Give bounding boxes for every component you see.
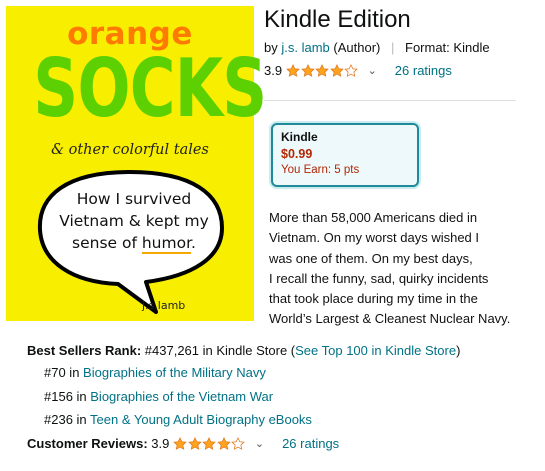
- byline-separator: |: [390, 40, 395, 55]
- product-title: Kindle Edition: [264, 6, 411, 33]
- category-rank: #70 in Biographies of the Military Navy: [44, 365, 266, 380]
- category-link[interactable]: Teen & Young Adult Biography eBooks: [90, 412, 312, 427]
- rating-value: 3.9: [264, 63, 283, 78]
- divider: [264, 100, 516, 101]
- description-line: that took place during my time in the: [269, 291, 478, 307]
- category-link[interactable]: Biographies of the Vietnam War: [90, 389, 273, 404]
- description-line: I recall the funny, sad, quirky incident…: [269, 270, 489, 286]
- format-option-label: Kindle: [281, 130, 318, 144]
- category-rank-number: #156 in: [44, 389, 91, 404]
- best-sellers-rank: Best Sellers Rank: #437,261 in Kindle St…: [27, 343, 460, 358]
- bubble-line-3-pre: sense of: [72, 234, 142, 252]
- format-value: Kindle: [453, 40, 490, 55]
- bsr-close: ): [456, 343, 461, 358]
- earn-points: You Earn: 5 pts: [281, 164, 360, 176]
- author-role: (Author): [333, 40, 381, 55]
- reviews-label: Customer Reviews:: [27, 436, 148, 451]
- category-rank: #156 in Biographies of the Vietnam War: [44, 389, 273, 404]
- description-line: was one of them. On my best days,: [269, 250, 473, 266]
- cover-subtitle: & other colorful tales: [51, 142, 209, 158]
- bubble-line-1: How I survived: [76, 190, 192, 208]
- bubble-line-2: Vietnam & kept my: [59, 212, 209, 230]
- star-icon: [217, 436, 231, 450]
- format-label: Format:: [405, 40, 450, 55]
- kindle-format-option[interactable]: Kindle $0.99 You Earn: 5 pts: [271, 123, 419, 187]
- star-icon: [344, 63, 358, 77]
- description-line: World’s Largest & Cleanest Nuclear Navy.: [269, 311, 511, 327]
- bubble-line-3-post: .: [191, 234, 196, 252]
- book-description: More than 58,000 Americans died in Vietn…: [269, 208, 544, 330]
- category-link[interactable]: Biographies of the Military Navy: [83, 365, 266, 380]
- star-icon: [286, 63, 300, 77]
- reviews-rating-value: 3.9: [151, 436, 170, 451]
- description-line: Vietnam. On my worst days wished I: [269, 230, 480, 246]
- star-icon: [231, 436, 246, 450]
- category-rank: #236 in Teen & Young Adult Biography eBo…: [44, 412, 312, 427]
- category-rank-number: #236 in: [44, 412, 91, 427]
- customer-reviews: Customer Reviews: 3.9 ⌄ 26 ratings: [27, 436, 339, 451]
- bubble-underlined-word: humor: [141, 234, 192, 254]
- chevron-down-icon[interactable]: ⌄: [368, 64, 377, 77]
- star-icon: [315, 63, 329, 77]
- star-icon: [329, 63, 344, 77]
- bubble-text: How I survived Vietnam & kept my sense o…: [54, 188, 214, 254]
- description-line: More than 58,000 Americans died in: [269, 210, 478, 225]
- cover-title-socks: SOCKS: [33, 42, 267, 135]
- rating-row: 3.9 ⌄ 26 ratings: [264, 63, 452, 78]
- star-icon: [173, 436, 188, 450]
- bubble-line-3: sense of humor.: [54, 232, 214, 254]
- cover-author: j.s.lamb: [142, 299, 186, 312]
- author-link[interactable]: j.s. lamb: [281, 40, 329, 55]
- reviews-count-link[interactable]: 26 ratings: [282, 436, 339, 451]
- book-cover[interactable]: orange SOCKS & other colorful tales How …: [6, 6, 267, 321]
- bsr-label: Best Sellers Rank:: [27, 343, 142, 358]
- top-100-link[interactable]: See Top 100 in Kindle Store: [295, 343, 456, 358]
- star-icon: [300, 63, 315, 77]
- category-rank-number: #70 in: [44, 365, 84, 380]
- star-rating[interactable]: [286, 63, 359, 78]
- star-icon: [202, 436, 217, 450]
- byline: by j.s. lamb (Author) | Format: Kindle: [264, 40, 490, 55]
- chevron-down-icon[interactable]: ⌄: [255, 437, 264, 450]
- by-label: by: [264, 40, 278, 55]
- star-rating[interactable]: [173, 436, 246, 451]
- star-icon: [188, 436, 202, 450]
- bsr-value: #437,261 in Kindle Store (: [144, 343, 296, 358]
- ratings-count-link[interactable]: 26 ratings: [395, 63, 452, 78]
- price: $0.99: [281, 147, 313, 161]
